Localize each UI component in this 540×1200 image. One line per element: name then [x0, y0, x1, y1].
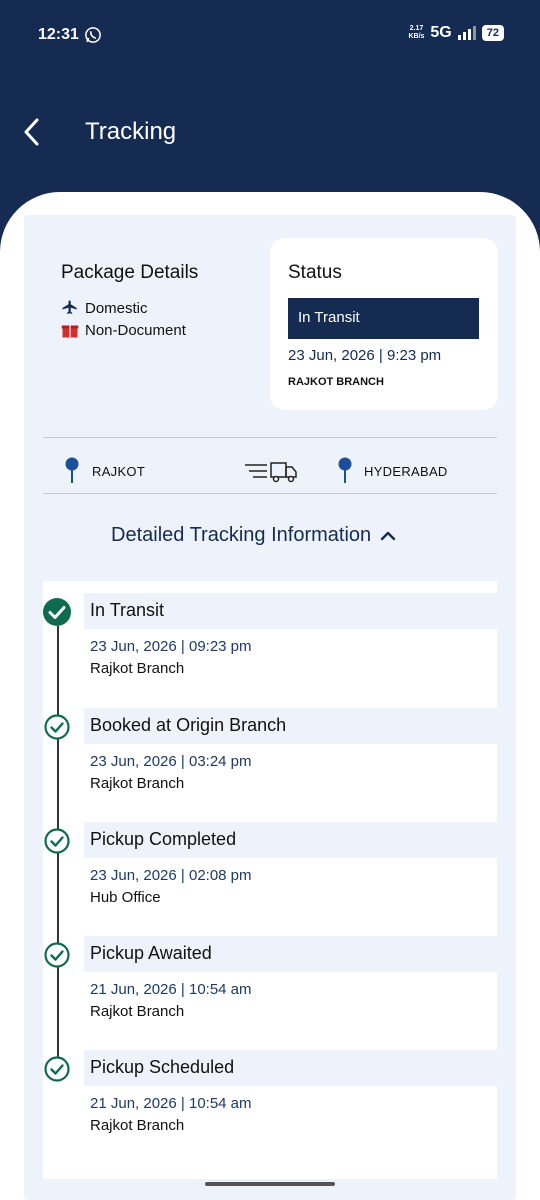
- chevron-up-icon: [380, 531, 396, 540]
- check-circle-outline-icon: [44, 714, 70, 740]
- package-type-label: Domestic: [85, 299, 148, 317]
- timeline-step: In Transit 23 Jun, 2026 | 09:23 pm Rajko…: [0, 593, 540, 693]
- package-content-label: Non-Document: [85, 321, 186, 339]
- timeline-step-branch: Rajkot Branch: [90, 660, 185, 677]
- back-arrow-icon[interactable]: [18, 114, 48, 150]
- divider: [43, 437, 497, 438]
- timeline-step-datetime: 21 Jun, 2026 | 10:54 am: [90, 1095, 252, 1112]
- timeline-step: Pickup Completed 23 Jun, 2026 | 02:08 pm…: [0, 822, 540, 922]
- network-type: 5G: [430, 24, 452, 41]
- destination-city: HYDERABAD: [364, 464, 448, 479]
- timeline-step-branch: Rajkot Branch: [90, 775, 185, 792]
- app-header: Tracking: [0, 100, 540, 164]
- timeline-step: Booked at Origin Branch 23 Jun, 2026 | 0…: [0, 708, 540, 808]
- package-type: Domestic: [61, 299, 148, 317]
- timeline-step-branch: Hub Office: [90, 889, 161, 906]
- timeline-step: Pickup Awaited 21 Jun, 2026 | 10:54 am R…: [0, 936, 540, 1036]
- check-circle-outline-icon: [44, 1056, 70, 1082]
- check-circle-filled-icon: [43, 598, 71, 626]
- divider: [43, 493, 497, 494]
- detailed-tracking-toggle[interactable]: Detailed Tracking Information: [111, 524, 397, 547]
- status-datetime: 23 Jun, 2026 | 9:23 pm: [288, 347, 442, 364]
- network-speed: 2.17 KB/s: [408, 25, 425, 40]
- timeline-step-datetime: 23 Jun, 2026 | 02:08 pm: [90, 867, 252, 884]
- origin-pin-icon: [65, 457, 79, 483]
- check-circle-outline-icon: [44, 942, 70, 968]
- status-badge: In Transit: [288, 298, 479, 339]
- route-row: RAJKOT HYDERABAD: [0, 455, 540, 489]
- timeline-step-title: In Transit: [90, 600, 165, 620]
- timeline-step-branch: Rajkot Branch: [90, 1117, 185, 1134]
- timeline-step-datetime: 21 Jun, 2026 | 10:54 am: [90, 981, 252, 998]
- airplane-icon: [62, 300, 77, 314]
- status-card: Status In Transit 23 Jun, 2026 | 9:23 pm…: [270, 238, 498, 410]
- timeline-step: Pickup Scheduled 21 Jun, 2026 | 10:54 am…: [0, 1050, 540, 1150]
- timeline-step-title: Pickup Awaited: [90, 943, 212, 963]
- check-circle-outline-icon: [44, 828, 70, 854]
- page-title: Tracking: [85, 118, 177, 145]
- status-bar: 12:31 2.17 KB/s 5G 72: [0, 0, 540, 70]
- timeline-step-datetime: 23 Jun, 2026 | 03:24 pm: [90, 753, 252, 770]
- truck-icon: [245, 462, 297, 483]
- timeline-step-title: Pickup Completed: [90, 829, 237, 849]
- gift-box-icon: [61, 325, 79, 338]
- timeline-step-title: Booked at Origin Branch: [90, 715, 287, 735]
- package-content: Non-Document: [61, 321, 186, 339]
- status-branch: RAJKOT BRANCH: [288, 376, 384, 388]
- destination-pin-icon: [338, 457, 352, 483]
- timeline-step-title: Pickup Scheduled: [90, 1057, 235, 1077]
- timeline-step-datetime: 23 Jun, 2026 | 09:23 pm: [90, 638, 252, 655]
- detailed-tracking-label: Detailed Tracking Information: [111, 524, 372, 546]
- home-indicator[interactable]: [205, 1182, 335, 1186]
- status-title: Status: [288, 262, 342, 283]
- battery-icon: 72: [481, 25, 504, 41]
- timeline-step-branch: Rajkot Branch: [90, 1003, 185, 1020]
- package-details-title: Package Details: [61, 262, 199, 283]
- origin-city: RAJKOT: [92, 464, 146, 479]
- whatsapp-icon: [85, 27, 101, 43]
- status-time: 12:31: [38, 26, 79, 43]
- signal-icon: [457, 26, 476, 40]
